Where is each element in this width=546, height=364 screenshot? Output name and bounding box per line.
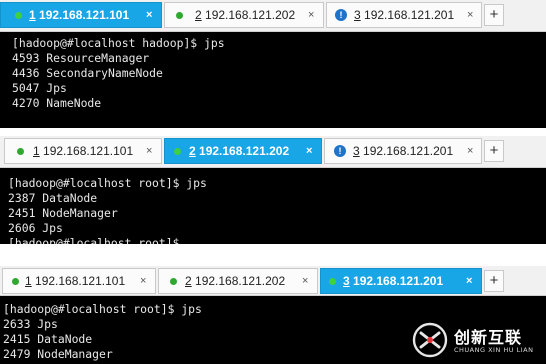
close-icon[interactable]: ×	[467, 139, 473, 163]
terminal-line: 2606 Jps	[8, 221, 63, 235]
tab-number: 1	[33, 144, 40, 158]
tab-bar: 1 192.168.121.101 × 2 192.168.121.202 × …	[0, 136, 546, 168]
tab-session-1[interactable]: 1 192.168.121.101 ×	[4, 138, 162, 164]
tab-host: 192.168.121.202	[199, 144, 290, 158]
tab-host: 192.168.121.101	[39, 8, 130, 22]
new-tab-button[interactable]: +	[484, 4, 504, 26]
tab-number: 2	[189, 144, 196, 158]
connected-status-icon	[170, 278, 177, 285]
tab-host: 192.168.121.201	[364, 8, 455, 22]
tab-number: 1	[25, 274, 32, 288]
terminal-line: [hadoop@#localhost root]$	[8, 236, 187, 244]
connected-status-icon	[329, 278, 336, 285]
close-icon[interactable]: ×	[302, 269, 308, 293]
tab-session-1[interactable]: 1 192.168.121.101 ×	[2, 268, 156, 294]
tab-session-3[interactable]: 3 192.168.121.201 ×	[320, 268, 482, 294]
tab-number: 3	[354, 8, 361, 22]
terminal-line: 4270 NameNode	[12, 96, 102, 110]
connected-status-icon	[176, 12, 183, 19]
terminal-line: 4593 ResourceManager	[12, 51, 150, 65]
session-window-1: 1 192.168.121.101 × 2 192.168.121.202 × …	[0, 0, 546, 130]
warning-icon: !	[334, 145, 346, 157]
close-icon[interactable]: ×	[146, 139, 152, 163]
brand-logo-icon	[412, 322, 448, 358]
tab-host: 192.168.121.202	[205, 8, 296, 22]
tab-bar: 1 192.168.121.101 × 2 192.168.121.202 × …	[0, 0, 546, 32]
close-icon[interactable]: ×	[306, 139, 312, 163]
connected-status-icon	[174, 148, 181, 155]
connected-status-icon	[15, 12, 22, 19]
warning-icon: !	[335, 9, 347, 21]
tab-number: 2	[195, 8, 202, 22]
tab-host: 192.168.121.201	[363, 144, 454, 158]
tab-host: 192.168.121.202	[195, 274, 286, 288]
connected-status-icon	[12, 278, 19, 285]
terminal-line: [hadoop@#localhost root]$ jps	[8, 176, 207, 190]
tab-host: 192.168.121.101	[35, 274, 126, 288]
tab-number: 3	[353, 144, 360, 158]
session-window-2: 1 192.168.121.101 × 2 192.168.121.202 × …	[0, 136, 546, 244]
close-icon[interactable]: ×	[140, 269, 146, 293]
terminal-line: [hadoop@#localhost root]$ jps	[3, 302, 202, 316]
close-icon[interactable]: ×	[308, 3, 314, 27]
new-tab-button[interactable]: +	[484, 270, 504, 292]
tab-session-2[interactable]: 2 192.168.121.202 ×	[164, 2, 324, 28]
tab-number: 2	[185, 274, 192, 288]
connected-status-icon	[17, 148, 24, 155]
terminal-line: 4436 SecondaryNameNode	[12, 66, 163, 80]
brand-subtitle: CHUANG XIN HU LIAN	[454, 346, 534, 354]
tab-host: 192.168.121.101	[43, 144, 134, 158]
tab-session-3[interactable]: ! 3 192.168.121.201 ×	[326, 2, 482, 28]
new-tab-button[interactable]: +	[484, 140, 504, 162]
tab-host: 192.168.121.201	[353, 274, 444, 288]
tab-session-2[interactable]: 2 192.168.121.202 ×	[158, 268, 318, 294]
close-icon[interactable]: ×	[467, 3, 473, 27]
tab-bar: 1 192.168.121.101 × 2 192.168.121.202 × …	[0, 266, 546, 296]
tab-number: 1	[29, 8, 36, 22]
close-icon[interactable]: ×	[466, 269, 472, 293]
terminal-line: 5047 Jps	[12, 81, 67, 95]
tab-number: 3	[343, 274, 350, 288]
terminal-line: [hadoop@#localhost hadoop]$ jps	[12, 36, 225, 50]
tab-session-2[interactable]: 2 192.168.121.202 ×	[164, 138, 322, 164]
watermark-logo: 创新互联 CHUANG XIN HU LIAN	[410, 318, 546, 364]
tab-session-3[interactable]: ! 3 192.168.121.201 ×	[324, 138, 482, 164]
terminal-output[interactable]: [hadoop@#localhost hadoop]$ jps 4593 Res…	[0, 32, 546, 128]
tab-session-1[interactable]: 1 192.168.121.101 ×	[0, 2, 162, 28]
terminal-output[interactable]: [hadoop@#localhost root]$ jps 2387 DataN…	[0, 168, 546, 244]
terminal-line: 2387 DataNode	[8, 191, 98, 205]
close-icon[interactable]: ×	[146, 3, 152, 27]
brand-name: 创新互联	[454, 328, 523, 347]
terminal-line: 2451 NodeManager	[8, 206, 118, 220]
